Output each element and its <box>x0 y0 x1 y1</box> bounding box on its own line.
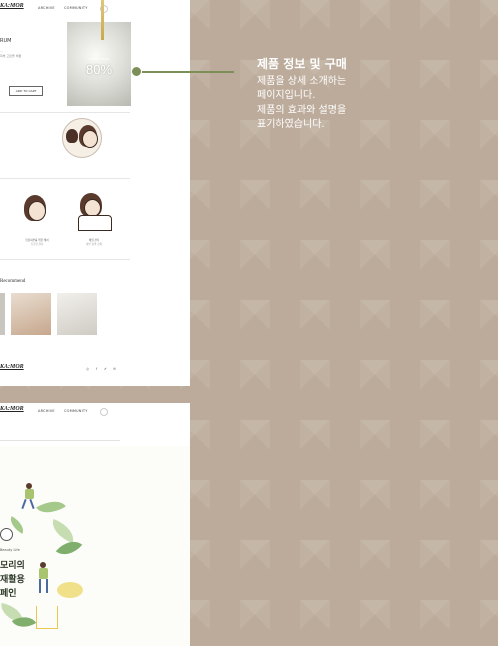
nav-archive[interactable]: ARCHIVE <box>38 409 55 413</box>
section-divider <box>0 440 120 441</box>
check-icon[interactable]: ✔ <box>104 367 107 371</box>
product-description: 피부 고민을 해결 <box>0 54 22 58</box>
feature-sublabel-1: 촉촉함 유지 <box>30 243 44 246</box>
top-nav: KA:MOR ARCHIVE COMMUNITY <box>0 2 190 14</box>
callout-line <box>131 71 234 73</box>
campaign-tag: Beauty Life <box>0 548 20 552</box>
section-description-line3: 제품의 효과와 설명을 <box>257 105 347 116</box>
brand-logo[interactable]: KA:MOR <box>0 406 24 412</box>
section-divider <box>0 259 130 260</box>
section-description-line2: 페이지입니다. <box>257 90 316 101</box>
campaign-headline-line1: 모리의 <box>0 561 25 571</box>
product-subtitle: ... <box>0 49 3 53</box>
add-to-cart-button[interactable]: ADD TO CART <box>9 86 43 96</box>
dropper-image <box>101 0 104 40</box>
product-image-caption: ESSENCE SERUM <box>88 58 110 61</box>
product-title: RUM <box>0 38 12 44</box>
section-divider <box>0 178 130 179</box>
campaign-hero <box>0 446 190 646</box>
search-icon[interactable] <box>100 408 108 416</box>
feature-sublabel-2: 피부 장벽 강화 <box>86 243 102 246</box>
recommend-item[interactable] <box>11 293 51 335</box>
nav-community[interactable]: COMMUNITY <box>64 409 88 413</box>
facebook-icon[interactable]: f <box>96 367 97 371</box>
brand-logo[interactable]: KA:MOR <box>0 3 24 9</box>
section-title: 제품 정보 및 구매 <box>257 57 347 71</box>
callout-dot <box>131 66 142 77</box>
section-divider <box>0 112 130 113</box>
mail-icon[interactable]: ✉ <box>113 367 116 371</box>
skincare-illustration <box>62 118 102 158</box>
section-description-line1: 제품을 상세 소개하는 <box>257 76 347 87</box>
nav-community[interactable]: COMMUNITY <box>64 6 88 10</box>
recommend-title: Recommend <box>0 279 26 284</box>
section-description-line4: 표기하였습니다. <box>257 119 325 130</box>
recommend-item[interactable] <box>0 293 5 335</box>
product-percent: 80% <box>85 62 113 77</box>
nav-archive[interactable]: ARCHIVE <box>38 6 55 10</box>
recommend-item[interactable] <box>57 293 97 335</box>
campaign-headline-line3: 페인 <box>0 589 17 599</box>
footer-logo[interactable]: KA:MOR <box>0 364 24 370</box>
campaign-headline-line2: 재활용 <box>0 575 25 585</box>
instagram-icon[interactable]: ◎ <box>86 367 89 371</box>
product-page-preview: KA:MOR ARCHIVE COMMUNITY RUM ... 피부 고민을 … <box>0 0 190 386</box>
